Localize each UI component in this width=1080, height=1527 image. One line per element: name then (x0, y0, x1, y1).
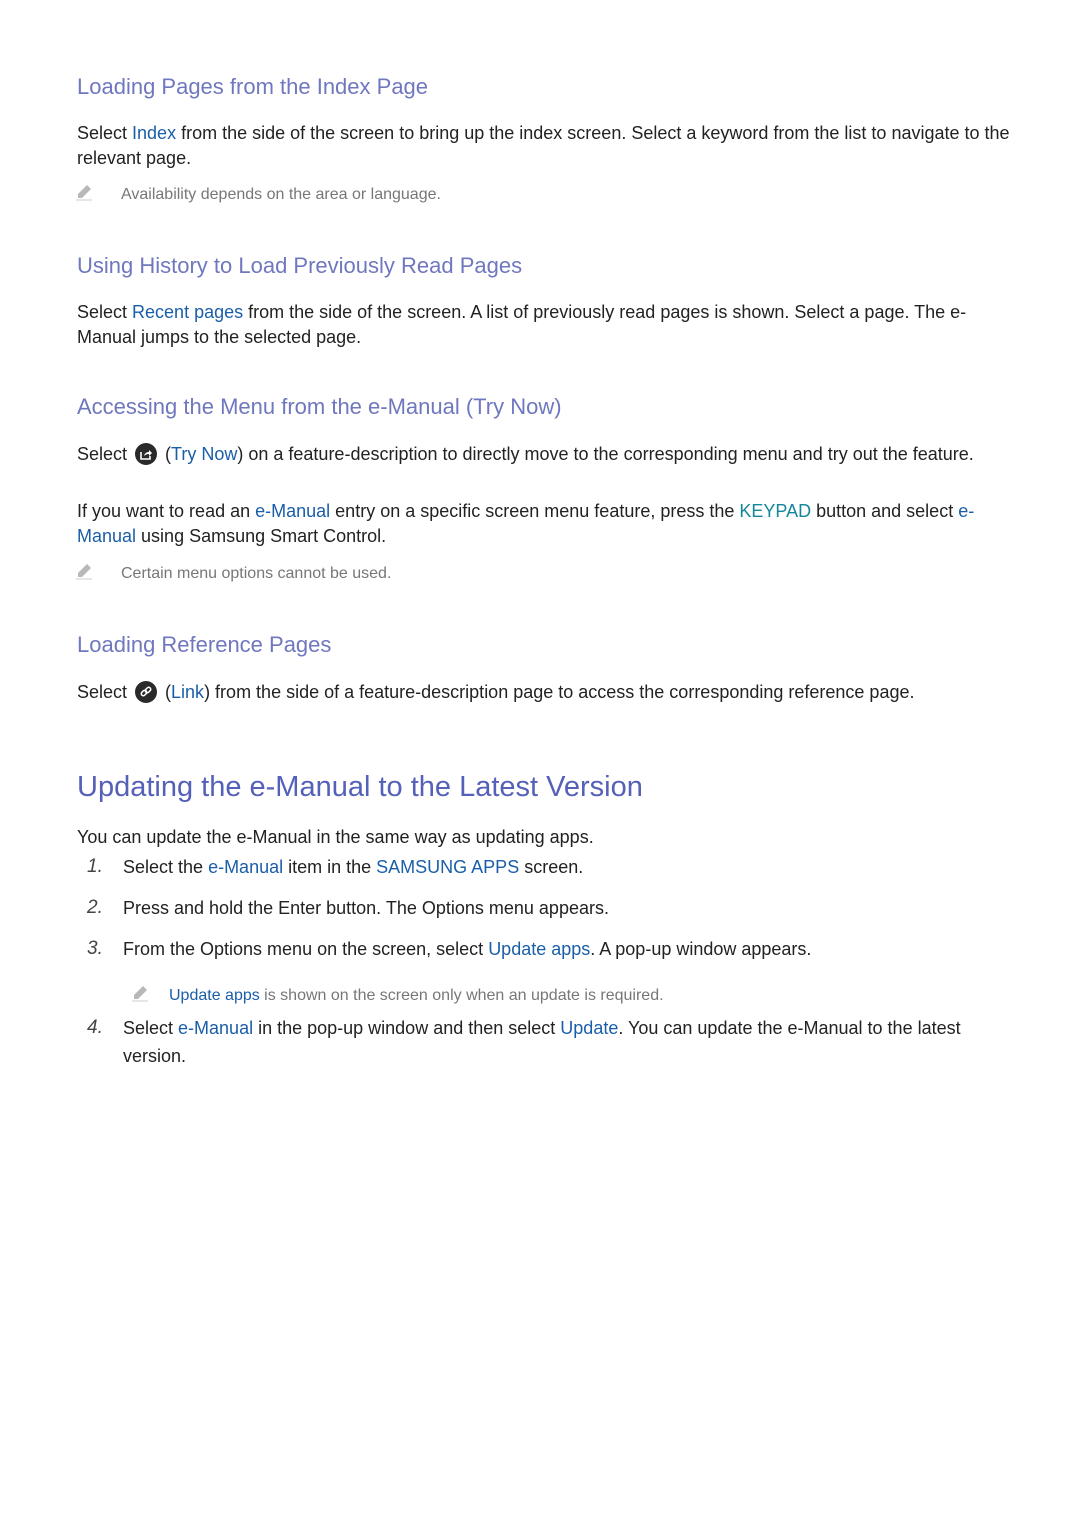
pencil-icon (76, 185, 92, 201)
paragraph-keypad: If you want to read an e-Manual entry on… (77, 501, 975, 546)
keypad-term: KEYPAD (739, 501, 812, 521)
index-term: Index (132, 123, 177, 143)
recent-pages-term: Recent pages (132, 302, 244, 322)
heading-update: Updating the e-Manual to the Latest Vers… (77, 771, 643, 803)
e-manual-term: e-Manual (208, 857, 284, 877)
pencil-icon (76, 564, 92, 580)
note-update-apps: Update apps is shown on the screen only … (123, 984, 664, 1005)
paragraph-index: Select Index from the side of the screen… (77, 123, 1010, 168)
try-now-term: Try Now (171, 444, 238, 464)
try-now-icon (135, 443, 158, 465)
note-index: Availability depends on the area or lang… (76, 183, 441, 204)
link-icon (135, 681, 158, 703)
e-manual-term: e-Manual (255, 501, 331, 521)
heading-history: Using History to Load Previously Read Pa… (77, 253, 523, 278)
heading-try-now: Accessing the Menu from the e-Manual (Tr… (77, 394, 562, 419)
e-manual-term: e-Manual (178, 1018, 254, 1038)
paragraph-reference: Select (Link) from the side of a feature… (77, 681, 915, 703)
update-term: Update (560, 1018, 619, 1038)
paragraph-history: Select Recent pages from the side of the… (77, 302, 967, 347)
update-apps-term: Update apps (488, 939, 591, 959)
update-apps-term: Update apps (169, 987, 260, 1004)
pencil-icon (132, 986, 148, 1002)
link-term: Link (171, 682, 205, 702)
heading-reference: Loading Reference Pages (77, 632, 332, 657)
paragraph-update-intro: You can update the e-Manual in the same … (77, 827, 594, 847)
heading-index: Loading Pages from the Index Page (77, 74, 429, 99)
paragraph-try-now: Select (Try Now) on a feature-descriptio… (77, 443, 974, 465)
note-try-now: Certain menu options cannot be used. (76, 562, 391, 583)
samsung-apps-term: SAMSUNG APPS (376, 857, 520, 877)
